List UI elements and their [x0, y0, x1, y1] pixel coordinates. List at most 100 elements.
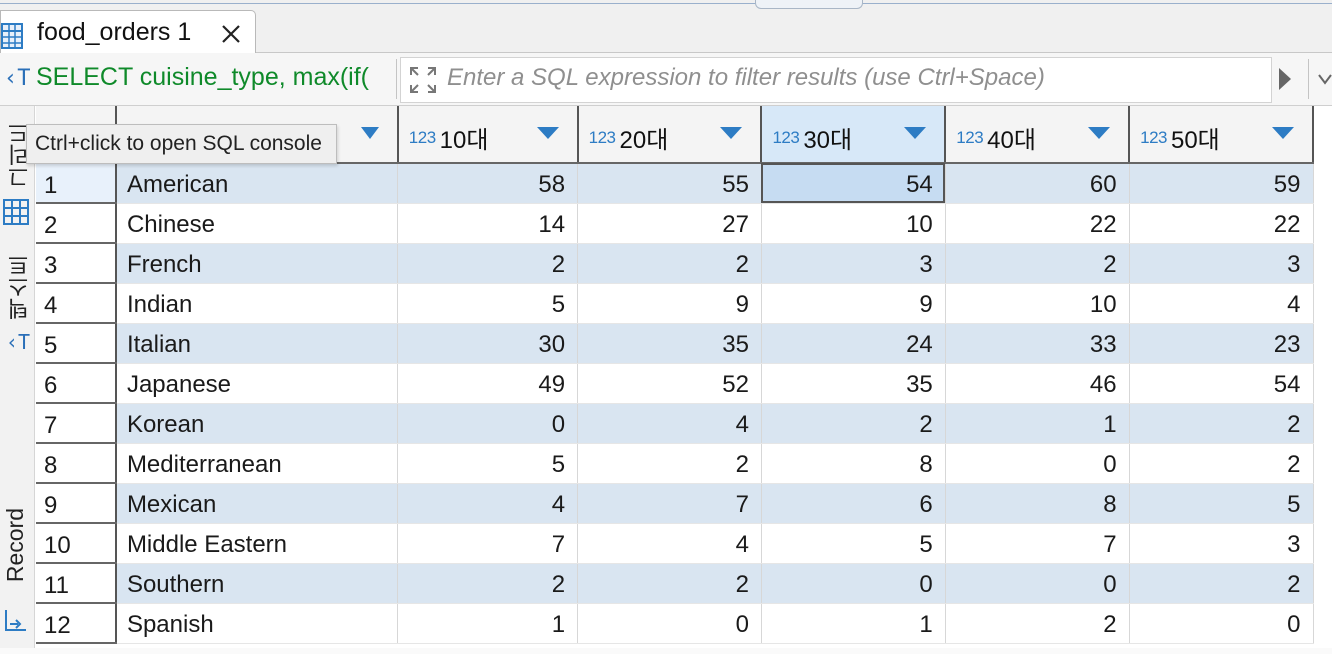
row-number[interactable]: 10 [36, 523, 117, 564]
cell-value[interactable]: 5 [1129, 483, 1314, 524]
table-row[interactable]: 2 Chinese 14 27 10 22 22 [36, 203, 1314, 244]
table-row[interactable]: 8 Mediterranean 5 2 8 0 2 [36, 443, 1314, 484]
cell-value[interactable]: 3 [761, 243, 946, 284]
row-number[interactable]: 4 [36, 283, 117, 324]
chevron-down-icon[interactable] [1318, 67, 1332, 96]
table-row[interactable]: 1 American 58 55 54 60 59 [36, 163, 1314, 204]
sort-icon[interactable] [1272, 126, 1294, 144]
sql-text-icon[interactable]: ‹T [4, 66, 31, 91]
cell-value[interactable]: 7 [577, 483, 762, 524]
cell-cuisine[interactable]: American [115, 163, 399, 204]
cell-value[interactable]: 46 [945, 363, 1130, 404]
table-row[interactable]: 10 Middle Eastern 7 4 5 7 3 [36, 523, 1314, 564]
panel-resize-handle[interactable] [755, 0, 863, 9]
cell-value[interactable]: 58 [397, 163, 579, 204]
cell-value[interactable]: 10 [945, 283, 1130, 324]
row-number[interactable]: 11 [36, 563, 117, 604]
cell-value[interactable]: 8 [945, 483, 1130, 524]
table-row[interactable]: 11 Southern 2 2 0 0 2 [36, 563, 1314, 604]
sort-icon[interactable] [904, 126, 927, 144]
cell-value[interactable]: 4 [577, 403, 762, 444]
cell-value[interactable]: 9 [761, 283, 946, 324]
record-view-label[interactable]: Record [2, 508, 29, 582]
table-row[interactable]: 12 Spanish 1 0 1 2 0 [36, 603, 1314, 644]
cell-cuisine[interactable]: Southern [115, 563, 399, 604]
apply-filter-icon[interactable] [1278, 67, 1292, 96]
cell-value[interactable]: 49 [397, 363, 579, 404]
cell-value[interactable]: 54 [1129, 363, 1314, 404]
cell-cuisine[interactable]: Korean [115, 403, 399, 444]
cell-value[interactable]: 2 [1129, 443, 1314, 484]
grid-view-icon[interactable] [2, 198, 30, 231]
cell-value[interactable]: 1 [761, 603, 946, 644]
query-text[interactable]: SELECT cuisine_type, max(if( [36, 63, 392, 92]
cell-value[interactable]: 33 [945, 323, 1130, 364]
sort-icon[interactable] [720, 126, 743, 144]
cell-value[interactable]: 2 [397, 563, 579, 604]
column-header[interactable]: 123 20대 [577, 106, 763, 164]
record-icon[interactable] [4, 606, 28, 637]
cell-cuisine[interactable]: Middle Eastern [115, 523, 399, 564]
cell-cuisine[interactable]: Indian [115, 283, 399, 324]
cell-cuisine[interactable]: Italian [115, 323, 399, 364]
cell-value[interactable]: 2 [761, 403, 946, 444]
text-view-icon[interactable]: ‹T [6, 330, 30, 354]
cell-cuisine[interactable]: Chinese [115, 203, 399, 244]
table-row[interactable]: 7 Korean 0 4 2 1 2 [36, 403, 1314, 444]
cell-value[interactable]: 8 [761, 443, 946, 484]
cell-value[interactable]: 3 [1129, 243, 1314, 284]
cell-value[interactable]: 5 [761, 523, 946, 564]
cell-value[interactable]: 5 [397, 443, 579, 484]
cell-value[interactable]: 22 [1129, 203, 1314, 244]
row-number[interactable]: 2 [36, 203, 117, 244]
cell-value[interactable]: 22 [945, 203, 1130, 244]
cell-value[interactable]: 59 [1129, 163, 1314, 204]
cell-value[interactable]: 4 [577, 523, 762, 564]
cell-value[interactable]: 0 [945, 443, 1130, 484]
cell-value[interactable]: 14 [397, 203, 579, 244]
cell-value[interactable]: 10 [761, 203, 946, 244]
cell-value[interactable]: 0 [577, 603, 762, 644]
row-number[interactable]: 5 [36, 323, 117, 364]
cell-cuisine[interactable]: Mediterranean [115, 443, 399, 484]
row-number[interactable]: 3 [36, 243, 117, 284]
cell-value[interactable]: 2 [577, 563, 762, 604]
cell-value[interactable]: 1 [945, 403, 1130, 444]
table-row[interactable]: 9 Mexican 4 7 6 8 5 [36, 483, 1314, 524]
cell-value[interactable]: 7 [945, 523, 1130, 564]
row-number[interactable]: 7 [36, 403, 117, 444]
cell-value[interactable]: 4 [1129, 283, 1314, 324]
column-header[interactable]: 123 30대 [761, 106, 947, 164]
cell-value[interactable]: 2 [577, 243, 762, 284]
close-icon[interactable] [219, 22, 243, 46]
cell-cuisine[interactable]: Japanese [115, 363, 399, 404]
cell-value[interactable]: 9 [577, 283, 762, 324]
cell-value[interactable]: 5 [397, 283, 579, 324]
cell-value[interactable]: 1 [397, 603, 579, 644]
cell-value[interactable]: 2 [945, 603, 1130, 644]
text-view-label[interactable]: 텍스트 [4, 254, 36, 320]
cell-value[interactable]: 4 [397, 483, 579, 524]
cell-value[interactable]: 0 [1129, 603, 1314, 644]
tab-food-orders[interactable]: food_orders 1 [0, 10, 256, 53]
cell-value[interactable]: 60 [945, 163, 1130, 204]
cell-value[interactable]: 55 [577, 163, 762, 204]
cell-value[interactable]: 2 [577, 443, 762, 484]
column-header[interactable]: 123 40대 [945, 106, 1131, 164]
cell-value[interactable]: 7 [397, 523, 579, 564]
sort-icon[interactable] [1088, 126, 1111, 144]
cell-cuisine[interactable]: Spanish [115, 603, 399, 644]
cell-value[interactable]: 30 [397, 323, 579, 364]
cell-value[interactable]: 2 [1129, 563, 1314, 604]
sort-icon[interactable] [536, 126, 559, 144]
table-row[interactable]: 6 Japanese 49 52 35 46 54 [36, 363, 1314, 404]
cell-value[interactable]: 52 [577, 363, 762, 404]
cell-value[interactable]: 0 [945, 563, 1130, 604]
row-number[interactable]: 9 [36, 483, 117, 524]
cell-value[interactable]: 0 [761, 563, 946, 604]
filter-expression-input[interactable]: Enter a SQL expression to filter results… [400, 57, 1272, 103]
expand-icon[interactable] [409, 66, 437, 99]
cell-cuisine[interactable]: French [115, 243, 399, 284]
cell-cuisine[interactable]: Mexican [115, 483, 399, 524]
cell-value[interactable]: 0 [397, 403, 579, 444]
